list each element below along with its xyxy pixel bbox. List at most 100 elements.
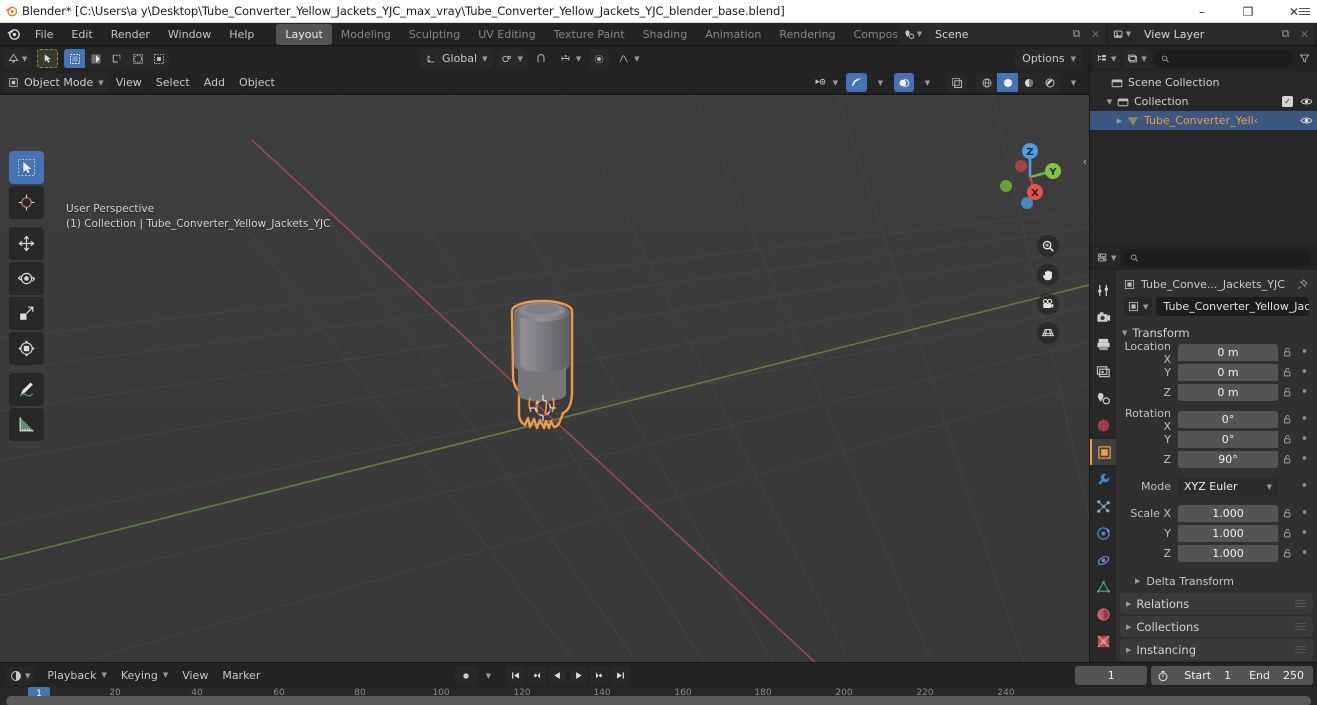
- location-z-lock[interactable]: [1278, 387, 1297, 398]
- timeline-menu-marker[interactable]: Marker: [215, 666, 267, 685]
- outliner-search-box[interactable]: [1153, 49, 1292, 68]
- viewport-menu-add[interactable]: Add: [197, 73, 232, 92]
- scale-x-lock[interactable]: [1278, 508, 1297, 519]
- outliner-editor-type-selector[interactable]: ▼: [1093, 49, 1121, 68]
- xray-dropdown[interactable]: ▼: [918, 73, 937, 92]
- menu-help[interactable]: Help: [220, 23, 263, 46]
- tool-tab[interactable]: [1090, 277, 1116, 303]
- object-name-field[interactable]: Tube_Converter_Yellow_Jack...: [1156, 297, 1309, 316]
- maximize-button[interactable]: ❐: [1225, 0, 1271, 23]
- menu-window[interactable]: Window: [159, 23, 220, 46]
- viewport-menu-view[interactable]: View: [109, 73, 149, 92]
- view-layer-name-field[interactable]: View Layer: [1136, 24, 1276, 44]
- rotation-z-lock[interactable]: [1278, 454, 1297, 465]
- proportional-falloff-selector[interactable]: ▼: [613, 49, 643, 68]
- zoom-icon[interactable]: [1037, 235, 1059, 257]
- object-data-tab[interactable]: [1090, 574, 1116, 600]
- select-lasso-icon[interactable]: [106, 49, 127, 68]
- object-id-type-selector[interactable]: ▼: [1124, 297, 1153, 316]
- scene-unlink-button[interactable]: ✕: [1086, 24, 1105, 44]
- scale-z-lock[interactable]: [1278, 548, 1297, 559]
- outliner-row-collection[interactable]: ▼ Collection ✓: [1090, 92, 1317, 111]
- jump-end-button[interactable]: [611, 666, 630, 685]
- viewport-menu-select[interactable]: Select: [149, 73, 197, 92]
- navigation-gizmo[interactable]: Z Y X: [993, 140, 1067, 214]
- properties-search-input[interactable]: [1144, 251, 1303, 264]
- proportional-editing-toggle[interactable]: [589, 49, 610, 68]
- outliner-row-scene-collection[interactable]: Scene Collection: [1090, 73, 1317, 92]
- collection-enable-checkbox[interactable]: ✓: [1282, 96, 1293, 107]
- location-x-lock[interactable]: [1278, 347, 1297, 358]
- collapse-icon[interactable]: ▼: [1104, 98, 1115, 106]
- location-z-field[interactable]: 0 m: [1178, 384, 1278, 401]
- show-gizmo-toggle[interactable]: ▼: [810, 73, 842, 92]
- view-layer-selector[interactable]: ▼ View Layer ⧉ ✕: [1108, 24, 1314, 44]
- constraints-tab[interactable]: [1090, 547, 1116, 573]
- jump-start-button[interactable]: [506, 666, 525, 685]
- workspace-tab-rendering[interactable]: Rendering: [770, 24, 844, 45]
- blender-logo-icon[interactable]: [0, 27, 26, 42]
- sidebar-collapse-arrow[interactable]: ‹: [1083, 155, 1087, 168]
- outliner-search-input[interactable]: [1174, 52, 1285, 65]
- pivot-point-selector[interactable]: ▼: [497, 49, 527, 68]
- scale-x-field[interactable]: 1.000: [1178, 505, 1278, 522]
- transform-orientation-selector[interactable]: Global ▼: [420, 49, 494, 68]
- workspace-tab-sculpting[interactable]: Sculpting: [400, 24, 469, 45]
- prev-keyframe-button[interactable]: [527, 666, 546, 685]
- eye-icon[interactable]: [1300, 95, 1313, 108]
- shading-material-preview-icon[interactable]: [1018, 73, 1039, 92]
- tool-transform[interactable]: [9, 332, 44, 365]
- show-overlays-toggle[interactable]: [846, 73, 867, 92]
- view-layer-tab[interactable]: [1090, 358, 1116, 384]
- material-tab[interactable]: [1090, 601, 1116, 627]
- auto-key-dropdown[interactable]: ▼: [479, 666, 498, 685]
- rotation-z-field[interactable]: 90°: [1178, 451, 1278, 468]
- relations-panel[interactable]: ▶ Relations: [1120, 593, 1313, 614]
- instancing-panel[interactable]: ▶ Instancing: [1120, 639, 1313, 660]
- shading-rendered-icon[interactable]: [1039, 73, 1060, 92]
- interaction-mode-selector[interactable]: Object Mode ▼: [4, 73, 109, 92]
- modifier-tab[interactable]: [1090, 466, 1116, 492]
- pin-icon[interactable]: [1297, 278, 1308, 290]
- location-y-lock[interactable]: [1278, 367, 1297, 378]
- workspace-tab-animation[interactable]: Animation: [696, 24, 770, 45]
- next-keyframe-button[interactable]: [590, 666, 609, 685]
- scene-new-button[interactable]: ⧉: [1067, 24, 1086, 44]
- physics-tab[interactable]: [1090, 520, 1116, 546]
- scale-z-field[interactable]: 1.000: [1178, 545, 1278, 562]
- hand-pan-icon[interactable]: [1037, 264, 1059, 286]
- shading-mode-group[interactable]: [976, 73, 1060, 92]
- editor-type-selector[interactable]: ▼: [4, 49, 32, 68]
- workspace-tab-shading[interactable]: Shading: [634, 24, 697, 45]
- eye-icon[interactable]: [1300, 114, 1313, 127]
- output-tab[interactable]: [1090, 331, 1116, 357]
- render-tab[interactable]: [1090, 304, 1116, 330]
- toggle-xray-button[interactable]: [894, 73, 914, 92]
- texture-tab[interactable]: [1090, 628, 1116, 654]
- rotation-mode-dropdown[interactable]: XYZ Euler ▼: [1178, 478, 1278, 495]
- tool-cursor[interactable]: [9, 186, 44, 219]
- tool-move[interactable]: [9, 227, 44, 260]
- end-frame-field[interactable]: End 250: [1240, 666, 1313, 685]
- select-mode-group[interactable]: [64, 49, 170, 68]
- rotation-y-field[interactable]: 0°: [1178, 431, 1278, 448]
- delta-transform-subpanel[interactable]: ▶ Delta Transform: [1116, 571, 1317, 591]
- particles-tab[interactable]: [1090, 493, 1116, 519]
- location-y-field[interactable]: 0 m: [1178, 364, 1278, 381]
- funnel-icon[interactable]: [1295, 49, 1314, 68]
- select-box-icon[interactable]: [64, 49, 86, 68]
- shading-wireframe-icon[interactable]: [976, 73, 997, 92]
- close-button[interactable]: ✕: [1271, 0, 1317, 23]
- collections-panel[interactable]: ▶ Collections: [1120, 616, 1313, 637]
- select-intersect-icon[interactable]: [148, 49, 169, 68]
- scene-icon[interactable]: ▼: [899, 24, 927, 44]
- viewport-canvas[interactable]: User Perspective (1) Collection | Tube_C…: [0, 95, 1089, 662]
- viewport-copy-button[interactable]: [947, 73, 967, 92]
- timeline-scrollbar[interactable]: [6, 696, 1311, 705]
- rotation-x-lock[interactable]: [1278, 414, 1297, 425]
- play-button[interactable]: [569, 666, 588, 685]
- select-circle-icon[interactable]: [127, 49, 148, 68]
- timeline-menu-playback[interactable]: Playback ▼: [40, 666, 113, 685]
- shading-dropdown[interactable]: ▼: [1064, 73, 1083, 92]
- current-frame-field[interactable]: 1: [1075, 666, 1148, 685]
